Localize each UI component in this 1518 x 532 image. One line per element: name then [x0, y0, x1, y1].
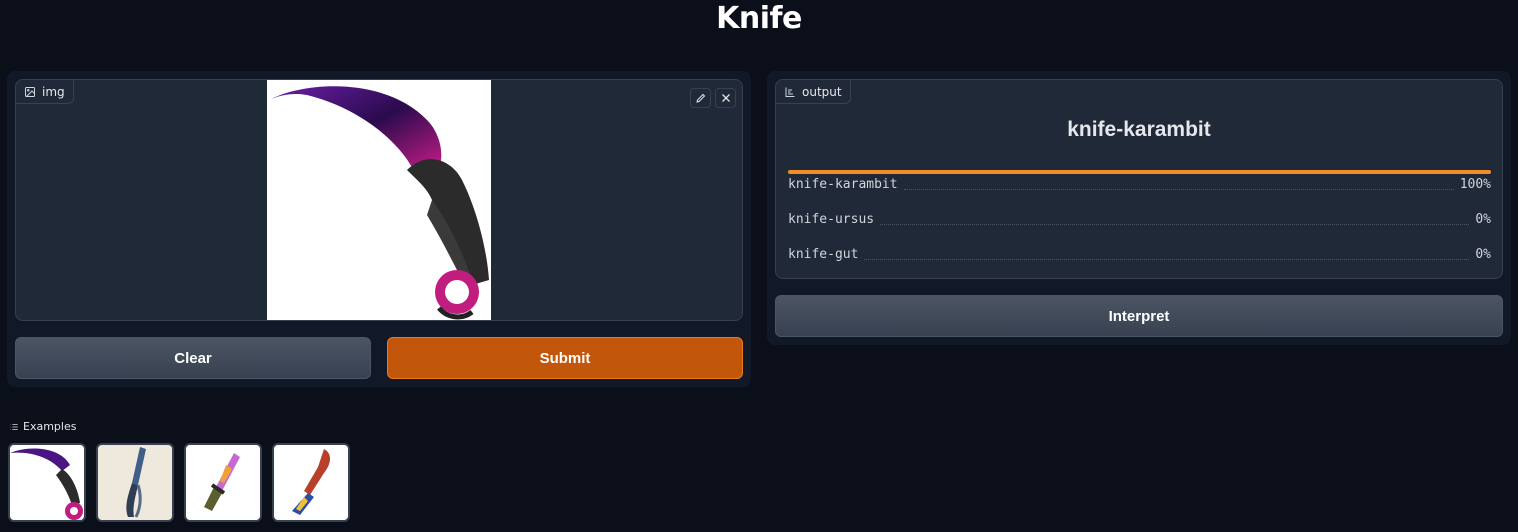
- confidence-label: knife-karambit: [788, 177, 898, 192]
- pencil-icon: [695, 92, 707, 104]
- confidence-row: knife-karambit 100%: [788, 170, 1491, 205]
- example-karambit[interactable]: [8, 443, 86, 522]
- clear-button[interactable]: Clear: [15, 337, 371, 379]
- image-icon: [24, 86, 36, 98]
- confidence-row: knife-ursus 0%: [788, 205, 1491, 240]
- predicted-label: knife-karambit: [1067, 118, 1211, 141]
- close-icon: [720, 92, 732, 104]
- confidence-value: 100%: [1459, 177, 1491, 192]
- output-label-text: output: [802, 84, 842, 99]
- output-panel: output knife-karambit knife-karambit 100…: [767, 71, 1511, 345]
- examples-gallery: [8, 443, 350, 522]
- uploaded-image: [267, 80, 491, 320]
- image-input-label-text: img: [42, 84, 65, 99]
- page-title: Knife: [716, 1, 802, 36]
- confidence-bar: [788, 170, 1491, 174]
- image-input-label: img: [16, 80, 74, 104]
- confidence-list: knife-karambit 100% knife-ursus 0% knife…: [788, 170, 1491, 275]
- confidence-label: knife-ursus: [788, 212, 875, 227]
- example-huntsman[interactable]: [272, 443, 350, 522]
- input-panel: img Clear Submit: [7, 71, 751, 387]
- label-output: output knife-karambit knife-karambit 100…: [775, 79, 1503, 279]
- bar-chart-icon: [784, 86, 796, 98]
- output-label: output: [776, 80, 851, 104]
- confidence-value: 0%: [1475, 247, 1491, 262]
- list-icon: [9, 422, 19, 432]
- confidence-value: 0%: [1475, 212, 1491, 227]
- examples-label: Examples: [9, 420, 76, 433]
- clear-image-button[interactable]: [715, 88, 736, 108]
- confidence-row: knife-gut 0%: [788, 240, 1491, 275]
- confidence-label: knife-gut: [788, 247, 859, 262]
- example-bowie[interactable]: [184, 443, 262, 522]
- example-butterfly[interactable]: [96, 443, 174, 522]
- interpret-button[interactable]: Interpret: [775, 295, 1503, 337]
- edit-button[interactable]: [690, 88, 711, 108]
- submit-button[interactable]: Submit: [387, 337, 743, 379]
- image-input[interactable]: img: [15, 79, 743, 321]
- examples-label-text: Examples: [23, 420, 77, 433]
